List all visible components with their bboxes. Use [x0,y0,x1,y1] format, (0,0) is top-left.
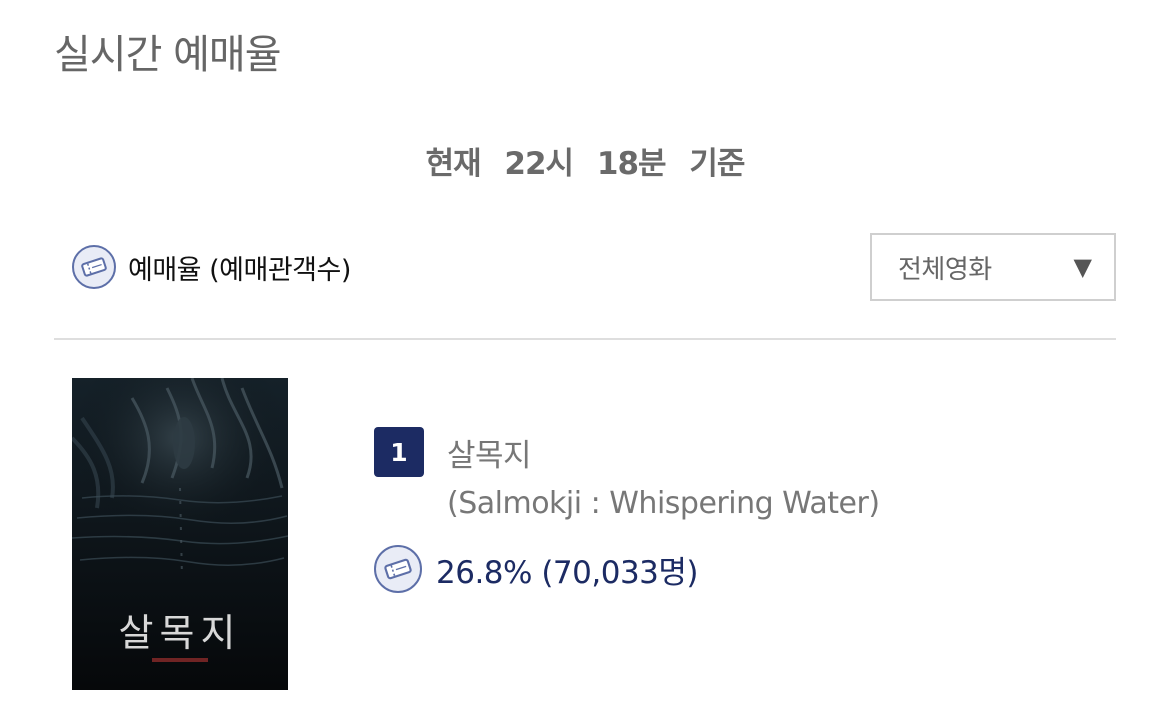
movie-filter-select[interactable]: 전체영화 ▼ [870,233,1116,301]
movie-title-english[interactable]: (Salmokji : Whispering Water) [447,486,880,521]
divider [54,338,1116,340]
section-title: 실시간 예매율 [54,32,282,78]
timestamp-prefix: 현재 [425,146,482,182]
timestamp: 현재 22시 18분 기준 [0,138,1170,183]
filter-selected-value: 전체영화 [898,254,992,285]
poster-title-text: 살목지 [119,611,242,655]
booking-rate-value: 26.8% (70,033명) [436,554,699,591]
timestamp-suffix: 기준 [689,146,745,182]
rank-badge: 1 [374,427,424,477]
timestamp-minute: 18분 [596,146,667,182]
dropdown-caret-icon: ▼ [1073,253,1092,281]
ticket-icon [374,545,422,593]
metric-heading: 예매율 (예매관객수) [72,242,351,292]
movie-poster[interactable]: 살목지 [72,378,288,690]
booking-rate: 26.8% (70,033명) [374,545,699,593]
timestamp-hour: 22시 [504,146,574,182]
metric-label: 예매율 (예매관객수) [128,254,351,286]
movie-title-korean[interactable]: 살목지 [447,430,532,475]
ticket-icon [72,245,116,289]
